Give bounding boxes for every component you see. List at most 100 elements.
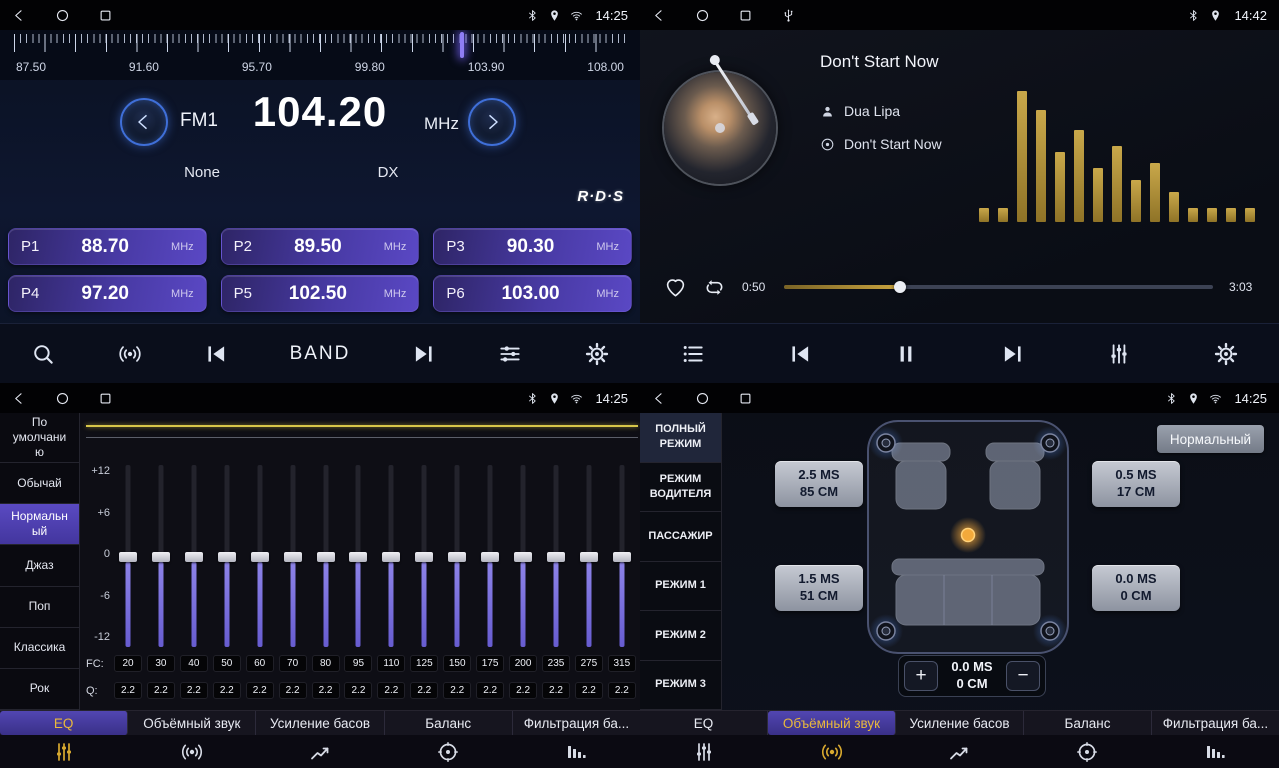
eq-band-slider[interactable] [575, 465, 603, 647]
recents-button[interactable] [98, 391, 113, 406]
eq-band-slider[interactable] [312, 465, 340, 647]
tab-filter[interactable]: Фильтрация ба... [1152, 711, 1279, 735]
preset-p5[interactable]: P5 102.50 MHz [221, 275, 420, 312]
eq-band-slider[interactable] [180, 465, 208, 647]
broadcast-icon[interactable] [117, 341, 143, 367]
eq-preset-pop[interactable]: Поп [0, 587, 79, 628]
slider-thumb[interactable] [613, 552, 631, 562]
seek-next-button[interactable] [411, 341, 437, 367]
slider-thumb[interactable] [152, 552, 170, 562]
filter-tab-icon[interactable] [512, 735, 640, 768]
band-button[interactable]: BAND [290, 343, 351, 365]
surround-tab-icon[interactable] [128, 735, 256, 768]
settings-gear-icon[interactable] [584, 341, 610, 367]
slider-thumb[interactable] [119, 552, 137, 562]
settings-gear-icon[interactable] [1213, 341, 1239, 367]
balance-tab-icon[interactable] [384, 735, 512, 768]
home-button[interactable] [695, 8, 710, 23]
preset-p2[interactable]: P2 89.50 MHz [221, 228, 420, 265]
tab-balance[interactable]: Баланс [1024, 711, 1152, 735]
progress-bar[interactable] [784, 285, 1213, 289]
eq-preset-jazz[interactable]: Джаз [0, 545, 79, 586]
slider-thumb[interactable] [317, 552, 335, 562]
slider-thumb[interactable] [185, 552, 203, 562]
slider-thumb[interactable] [514, 552, 532, 562]
tab-surround[interactable]: Объёмный звук [128, 711, 256, 735]
slider-thumb[interactable] [349, 552, 367, 562]
playlist-icon[interactable] [680, 341, 706, 367]
pause-button[interactable] [893, 341, 919, 367]
tab-surround[interactable]: Объёмный звук [768, 711, 896, 735]
mode-driver[interactable]: РЕЖИМ ВОДИТЕЛЯ [640, 463, 721, 513]
preset-p1[interactable]: P1 88.70 MHz [8, 228, 207, 265]
slider-thumb[interactable] [251, 552, 269, 562]
slider-thumb[interactable] [547, 552, 565, 562]
eq-band-slider[interactable] [114, 465, 142, 647]
back-button[interactable] [12, 8, 27, 23]
eq-band-slider[interactable] [377, 465, 405, 647]
delay-rear-left[interactable]: 1.5 MS 51 CM [775, 565, 863, 611]
tune-down-button[interactable] [120, 98, 168, 146]
recents-button[interactable] [738, 391, 753, 406]
eq-band-slider[interactable] [608, 465, 636, 647]
mode-full[interactable]: ПОЛНЫЙ РЕЖИМ [640, 413, 721, 463]
next-track-button[interactable] [1000, 341, 1026, 367]
eq-preset-custom[interactable]: Обычай [0, 463, 79, 504]
eq-preset-rock[interactable]: Рок [0, 669, 79, 710]
mixer-icon[interactable] [1106, 341, 1132, 367]
eq-preset-normal[interactable]: Нормальный [0, 504, 79, 545]
seek-previous-button[interactable] [203, 341, 229, 367]
repeat-icon[interactable] [703, 276, 726, 299]
bass-boost-tab-icon[interactable] [256, 735, 384, 768]
home-button[interactable] [695, 391, 710, 406]
eq-tab-icon[interactable] [640, 735, 768, 768]
preset-p4[interactable]: P4 97.20 MHz [8, 275, 207, 312]
recents-button[interactable] [98, 8, 113, 23]
slider-thumb[interactable] [580, 552, 598, 562]
eq-band-slider[interactable] [443, 465, 471, 647]
mode-2[interactable]: РЕЖИМ 2 [640, 611, 721, 661]
mode-1[interactable]: РЕЖИМ 1 [640, 562, 721, 612]
slider-thumb[interactable] [218, 552, 236, 562]
delay-front-right[interactable]: 0.5 MS 17 CM [1092, 461, 1180, 507]
eq-preset-classic[interactable]: Классика [0, 628, 79, 669]
bass-boost-tab-icon[interactable] [896, 735, 1024, 768]
delay-decrease-button[interactable]: − [1006, 661, 1040, 691]
delay-front-left[interactable]: 2.5 MS 85 CM [775, 461, 863, 507]
tab-filter[interactable]: Фильтрация ба... [513, 711, 640, 735]
eq-band-slider[interactable] [279, 465, 307, 647]
tab-eq[interactable]: EQ [640, 711, 768, 735]
delay-rear-right[interactable]: 0.0 MS 0 CM [1092, 565, 1180, 611]
mode-passenger[interactable]: ПАССАЖИР [640, 512, 721, 562]
preset-p6[interactable]: P6 103.00 MHz [433, 275, 632, 312]
back-button[interactable] [652, 391, 667, 406]
tab-bass-boost[interactable]: Усиление басов [256, 711, 384, 735]
filter-tab-icon[interactable] [1151, 735, 1279, 768]
eq-tab-icon[interactable] [0, 735, 128, 768]
eq-band-slider[interactable] [476, 465, 504, 647]
progress-thumb[interactable] [894, 281, 906, 293]
tab-bass-boost[interactable]: Усиление басов [896, 711, 1024, 735]
eq-band-slider[interactable] [509, 465, 537, 647]
scan-button[interactable] [30, 341, 56, 367]
eq-band-slider[interactable] [344, 465, 372, 647]
slider-thumb[interactable] [415, 552, 433, 562]
previous-track-button[interactable] [787, 341, 813, 367]
eq-band-slider[interactable] [213, 465, 241, 647]
tab-eq[interactable]: EQ [0, 711, 128, 735]
preset-p3[interactable]: P3 90.30 MHz [433, 228, 632, 265]
favorite-heart-icon[interactable] [664, 276, 687, 299]
frequency-ruler[interactable]: 87.50 91.60 95.70 99.80 103.90 108.00 [0, 30, 640, 80]
home-button[interactable] [55, 8, 70, 23]
surround-tab-icon[interactable] [768, 735, 896, 768]
delay-increase-button[interactable]: + [904, 661, 938, 691]
eq-band-slider[interactable] [410, 465, 438, 647]
eq-band-slider[interactable] [246, 465, 274, 647]
mode-3[interactable]: РЕЖИМ 3 [640, 661, 721, 711]
back-button[interactable] [12, 391, 27, 406]
eq-band-slider[interactable] [542, 465, 570, 647]
eq-preset-default[interactable]: По умолчанию [0, 413, 79, 463]
slider-thumb[interactable] [481, 552, 499, 562]
eq-band-slider[interactable] [147, 465, 175, 647]
eq-sliders-icon[interactable] [497, 341, 523, 367]
